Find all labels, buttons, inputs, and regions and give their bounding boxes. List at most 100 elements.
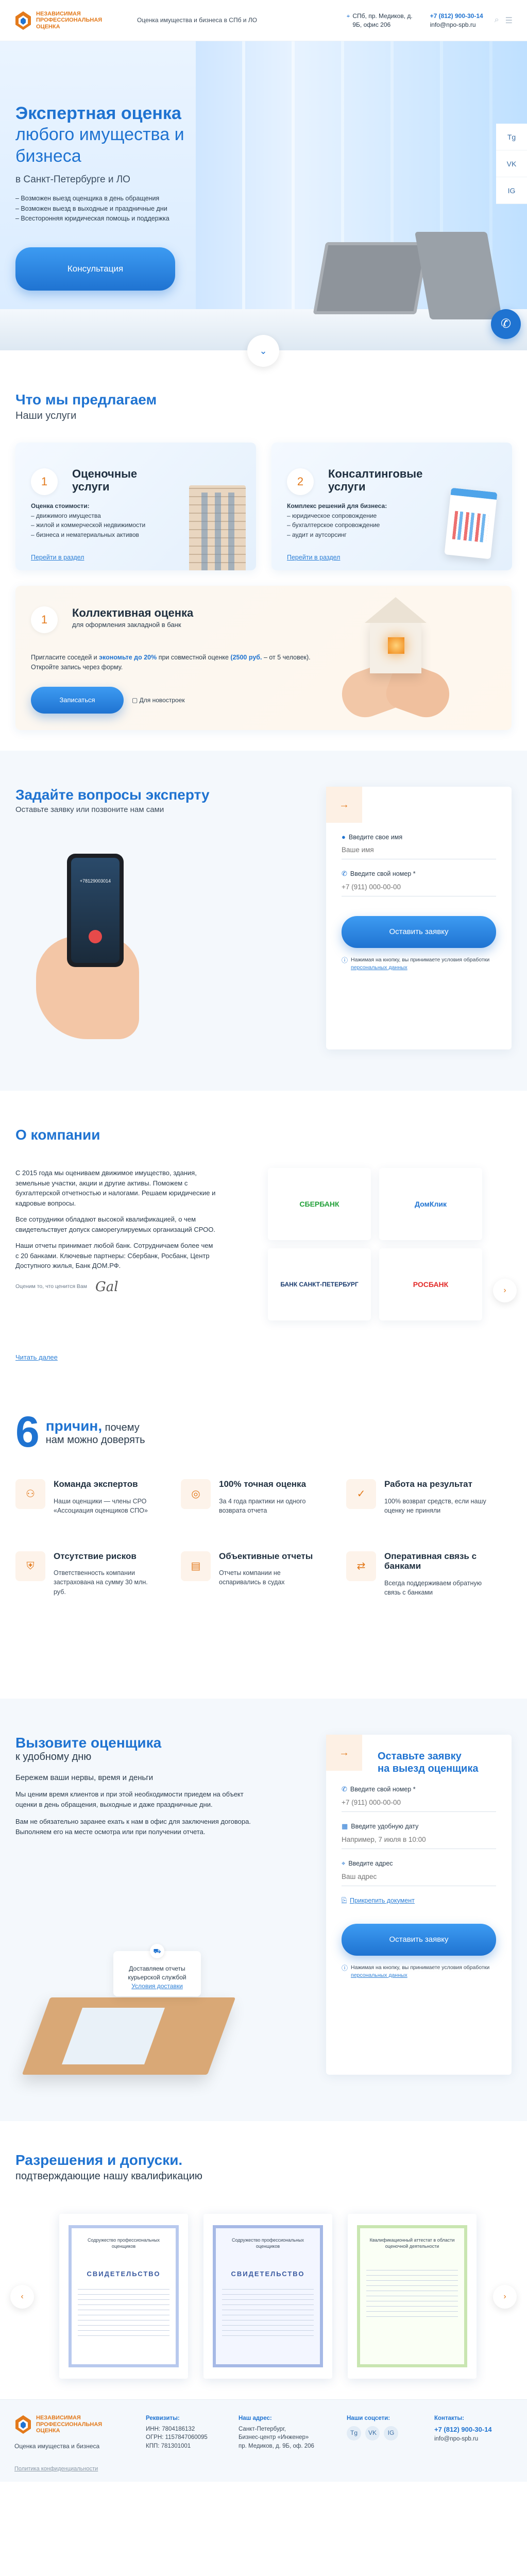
map-pin-icon: ⌖: [342, 1859, 346, 1867]
card-body: Оценка стоимости: – движимого имущества …: [31, 502, 146, 538]
appraiser-title: Вызовите оценщика: [15, 1735, 162, 1751]
logo-mark-icon: [14, 2414, 32, 2435]
logo[interactable]: НЕЗАВИСИМАЯ ПРОФЕССИОНАЛЬНАЯ ОЦЕНКА: [14, 10, 117, 31]
handshake-icon: ⇄: [346, 1551, 376, 1581]
card-title: Консалтинговые услуги: [328, 467, 423, 494]
result-icon: ✓: [346, 1479, 376, 1509]
header-email[interactable]: info@npo-spb.ru: [430, 21, 483, 29]
about-paragraph: Наши отчеты принимает любой банк. Сотруд…: [15, 1242, 213, 1269]
card-number: 2: [287, 468, 314, 495]
phone-input[interactable]: [342, 1793, 496, 1812]
appraiser-paragraph: Вам не обязательно заранее ехать к нам в…: [15, 1818, 251, 1836]
instagram-icon[interactable]: IG: [384, 2426, 398, 2441]
signature: Gal: [95, 1279, 118, 1295]
house-in-hands-image: [335, 597, 456, 724]
card-number: 1: [31, 468, 58, 495]
name-input[interactable]: [342, 841, 496, 859]
delivery-box-image: ⛟ Доставляем отчеты курьерской службой У…: [15, 1944, 237, 2080]
vk-icon[interactable]: VK: [496, 150, 527, 177]
telegram-icon[interactable]: Tg: [496, 124, 527, 150]
footer-logo[interactable]: НЕЗАВИСИМАЯ ПРОФЕССИОНАЛЬНАЯ ОЦЕНКА: [14, 2414, 117, 2435]
phone-screen-number: +78129003014: [79, 878, 111, 884]
hero-subtitle: любого имущества и бизнеса: [15, 125, 184, 166]
hero-section: Экспертная оценка любого имущества и биз…: [0, 41, 527, 350]
collective-valuation-card: 1 Коллективная оценка для оформления зак…: [15, 586, 512, 730]
header-address: СПб, пр. Медиков, д. 9Б, офис 206: [352, 12, 413, 28]
site-header: НЕЗАВИСИМАЯ ПРОФЕССИОНАЛЬНАЯ ОЦЕНКА Оцен…: [0, 0, 527, 41]
laptop-image-2: [415, 232, 502, 319]
telegram-icon[interactable]: Tg: [347, 2426, 361, 2441]
reasons-section: 6 причин, почему нам можно доверять ⚇ Ком…: [0, 1379, 527, 1699]
reasons-subtitle: нам можно доверять: [45, 1434, 145, 1446]
about-section: О компании С 2015 года мы оцениваем движ…: [0, 1091, 527, 1379]
submit-request-button[interactable]: Оставить заявку: [342, 1924, 496, 1956]
hero-bullet: – Возможен выезд оценщика в день обращен…: [15, 195, 160, 202]
services-section: Что мы предлагаем Наши услуги 1 Оценочны…: [0, 350, 527, 751]
search-icon[interactable]: ⌕: [495, 15, 499, 26]
appraiser-form: → Оставьте заявку на выезд оценщика ✆ Введ…: [326, 1735, 512, 2075]
licenses-title: Разрешения и допуски.: [15, 2152, 183, 2168]
arrow-right-icon: →: [326, 787, 362, 823]
header-tagline: Оценка имущества и бизнеса в СПб и ЛО: [137, 16, 258, 24]
signup-button[interactable]: Записаться: [31, 687, 124, 714]
site-footer: НЕЗАВИСИМАЯ ПРОФЕССИОНАЛЬНАЯ ОЦЕНКА Оцен…: [0, 2399, 527, 2482]
privacy-link[interactable]: персональных данных: [351, 1972, 407, 1978]
map-pin-icon: ⌖: [346, 12, 350, 20]
certificate-image[interactable]: Содружество профессиональных оценщиков СВ…: [59, 2214, 188, 2379]
vk-icon[interactable]: VK: [365, 2426, 380, 2441]
phone-icon: ✆: [342, 870, 347, 877]
new-buildings-link[interactable]: ▢ Для новостроек: [132, 697, 185, 704]
phone-input[interactable]: [342, 878, 496, 896]
prev-arrow-button[interactable]: ‹: [10, 2285, 34, 2309]
footer-email[interactable]: info@npo-spb.ru: [434, 2435, 492, 2444]
card-number: 1: [31, 606, 58, 633]
delivery-terms-link[interactable]: Условия доставки: [131, 1982, 183, 1990]
team-icon: ⚇: [15, 1479, 45, 1509]
service-card-valuation[interactable]: 1 Оценочные услуги Оценка стоимости: – дв…: [15, 443, 256, 570]
card-link[interactable]: Перейти в раздел: [287, 554, 340, 561]
logo-text: НЕЗАВИСИМАЯ ПРОФЕССИОНАЛЬНАЯ ОЦЕНКА: [36, 10, 103, 30]
arrow-right-icon: →: [326, 1735, 362, 1771]
submit-request-button[interactable]: Оставить заявку: [342, 916, 496, 948]
footer-phone[interactable]: +7 (812) 900-30-14: [434, 2425, 492, 2435]
address-input[interactable]: [342, 1868, 496, 1886]
user-icon: ●: [342, 833, 346, 841]
service-card-consulting[interactable]: 2 Консалтинговые услуги Комплекс решений …: [271, 443, 512, 570]
partner-logo-bank-spb: БАНК САНКТ-ПЕТЕРБУРГ: [268, 1248, 371, 1320]
header-phone[interactable]: +7 (812) 900-30-14: [430, 12, 483, 20]
privacy-link[interactable]: персональных данных: [351, 964, 407, 971]
date-label: Введите удобную дату: [351, 1823, 419, 1830]
paperclip-icon: ⎘: [342, 1896, 347, 1904]
services-title: Что мы предлагаем: [15, 392, 157, 408]
reasons-word: причин,: [45, 1417, 103, 1434]
next-arrow-button[interactable]: ›: [493, 2285, 517, 2309]
shield-icon: ⛨: [15, 1551, 45, 1581]
instagram-icon[interactable]: IG: [496, 177, 527, 204]
certificate-image[interactable]: Содружество профессиональных оценщиков СВ…: [203, 2214, 332, 2379]
next-arrow-button[interactable]: ›: [493, 1279, 517, 1302]
phone-label: Введите свой номер *: [350, 1786, 416, 1793]
read-more-link[interactable]: Читать далее: [15, 1353, 58, 1361]
phone-in-hand-image: +78129003014: [36, 854, 139, 1039]
consultation-button[interactable]: Консультация: [15, 247, 175, 291]
menu-icon[interactable]: ☰: [505, 15, 513, 26]
footer-address: Наш адрес: Санкт-Петербург, Бизнес-центр …: [239, 2415, 314, 2450]
side-social-bar: Tg VK IG: [496, 124, 527, 204]
about-title: О компании: [15, 1127, 100, 1143]
attach-document-link[interactable]: ⎘ Прикрепить документ: [342, 1896, 496, 1904]
licenses-section: Разрешения и допуски. подтверждающие наш…: [0, 2121, 527, 2399]
certificate-image[interactable]: Квалификационный аттестат в области оцен…: [348, 2214, 477, 2379]
partner-logo-sberbank: СБЕРБАНК: [268, 1168, 371, 1240]
reason-item: ⚇ Команда экспертов Наши оценщики — члены …: [15, 1479, 181, 1515]
date-input[interactable]: [342, 1831, 496, 1849]
phone-label: Введите свой номер *: [350, 870, 416, 877]
truck-icon: ⛟: [150, 1944, 164, 1958]
clipboard-image: [435, 467, 512, 570]
hero-title: Экспертная оценка: [15, 104, 181, 123]
phone-call-button[interactable]: ✆: [491, 309, 521, 339]
reason-item: ✓ Работа на результат 100% возврат средств…: [346, 1479, 512, 1515]
card-link[interactable]: Перейти в раздел: [31, 554, 84, 561]
scroll-down-button[interactable]: ⌄: [247, 335, 279, 367]
card-body: Комплекс решений для бизнеса: – юридичес…: [287, 502, 387, 538]
privacy-policy-link[interactable]: Политика конфиденциальности: [14, 2466, 98, 2472]
